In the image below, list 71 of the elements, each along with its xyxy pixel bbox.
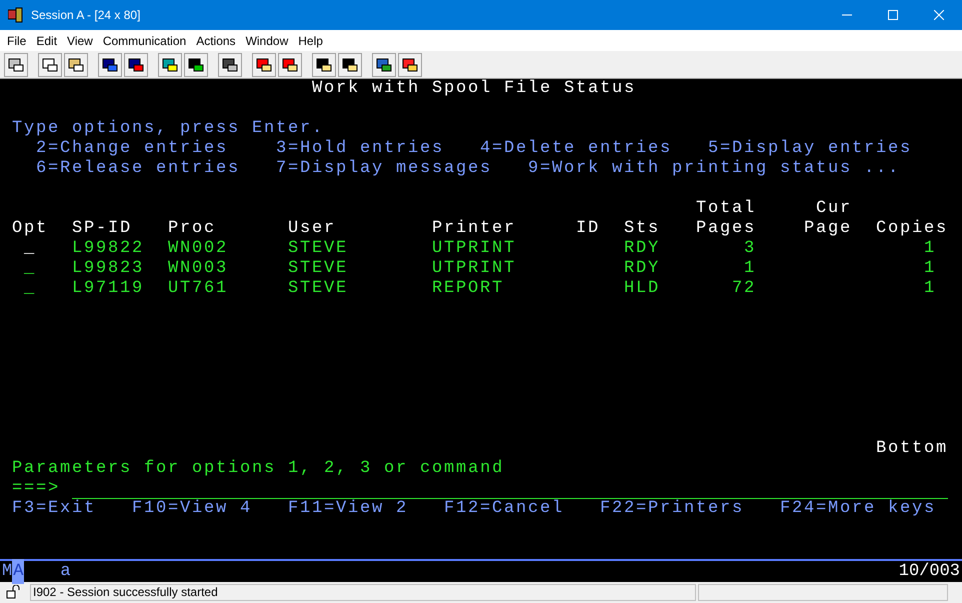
menu-item[interactable]: View bbox=[62, 32, 98, 50]
table-cell: RDY bbox=[624, 259, 660, 279]
option-input[interactable]: _ bbox=[24, 259, 36, 279]
window-title: Session A - [24 x 80] bbox=[31, 7, 140, 24]
menu-item[interactable]: Actions bbox=[191, 32, 241, 50]
column-header: SP-ID bbox=[72, 219, 132, 239]
function-key[interactable]: F12=Cancel bbox=[444, 499, 564, 519]
table-cell: STEVE bbox=[288, 259, 348, 279]
column-header: Page bbox=[804, 219, 852, 239]
table-cell: RDY bbox=[624, 239, 660, 259]
menu-item[interactable]: File bbox=[2, 32, 32, 50]
column-header: Pages bbox=[696, 219, 756, 239]
column-header: User bbox=[288, 219, 336, 239]
option-text: 9=Work with printing status ... bbox=[528, 159, 900, 179]
inhibit-indicator: A bbox=[12, 558, 24, 584]
option-text: 4=Delete entries bbox=[480, 139, 672, 159]
table-cell: UTPRINT bbox=[432, 239, 516, 259]
menu-item[interactable]: Communication bbox=[98, 32, 192, 50]
column-header: Sts bbox=[624, 219, 660, 239]
table-cell: STEVE bbox=[288, 279, 348, 299]
menu-item[interactable]: Edit bbox=[31, 32, 62, 50]
table-cell: HLD bbox=[624, 279, 660, 299]
option-text: 3=Hold entries bbox=[276, 139, 444, 159]
app-icon bbox=[8, 7, 24, 23]
column-header: Proc bbox=[168, 219, 216, 239]
table-cell: 1 bbox=[744, 259, 756, 279]
system-indicator: M bbox=[2, 560, 12, 583]
function-key[interactable]: F3=Exit bbox=[12, 499, 96, 519]
shift-indicator: a bbox=[60, 560, 71, 583]
table-cell: STEVE bbox=[288, 239, 348, 259]
close-icon bbox=[934, 10, 944, 20]
function-key[interactable]: F10=View 4 bbox=[132, 499, 252, 519]
menu-item[interactable]: Help bbox=[293, 32, 328, 50]
status-message: I902 - Session successfully started bbox=[30, 584, 696, 600]
table-cell: L97119 bbox=[72, 279, 144, 299]
table-cell: 3 bbox=[744, 239, 756, 259]
option-text: 2=Change entries bbox=[36, 139, 228, 159]
table-cell: 1 bbox=[924, 259, 936, 279]
menu-item[interactable]: Window bbox=[240, 32, 294, 50]
table-cell: UTPRINT bbox=[432, 259, 516, 279]
column-header: Copies bbox=[876, 219, 948, 239]
column-header: Total bbox=[696, 199, 756, 219]
instruction-text: Type options, press Enter. bbox=[12, 119, 324, 139]
option-text: 6=Release entries bbox=[36, 159, 240, 179]
option-input[interactable]: _ bbox=[24, 239, 36, 259]
option-text: 5=Display entries bbox=[708, 139, 912, 159]
function-key[interactable]: F24=More keys bbox=[780, 499, 936, 519]
option-input[interactable]: _ bbox=[24, 279, 36, 299]
bottom-indicator: Bottom bbox=[876, 439, 948, 459]
column-header: ID bbox=[576, 219, 600, 239]
cursor-position: 10/003 bbox=[898, 560, 960, 583]
table-cell: 72 bbox=[732, 279, 756, 299]
column-header: Opt bbox=[12, 219, 48, 239]
table-cell: L99823 bbox=[72, 259, 144, 279]
screen-title: Work with Spool File Status bbox=[312, 79, 636, 99]
table-cell: WN002 bbox=[168, 239, 228, 259]
table-cell: REPORT bbox=[432, 279, 504, 299]
column-header: Printer bbox=[432, 219, 516, 239]
column-header: Cur bbox=[816, 199, 852, 219]
option-text: 7=Display messages bbox=[276, 159, 492, 179]
table-cell: UT761 bbox=[168, 279, 228, 299]
command-prompt: ===> bbox=[12, 479, 60, 499]
maximize-icon bbox=[888, 10, 898, 20]
function-key[interactable]: F11=View 2 bbox=[288, 499, 408, 519]
lock-icon bbox=[6, 585, 20, 599]
function-key[interactable]: F22=Printers bbox=[600, 499, 744, 519]
parameters-label: Parameters for options 1, 2, 3 or command bbox=[12, 459, 504, 479]
table-cell: WN003 bbox=[168, 259, 228, 279]
table-cell: 1 bbox=[924, 279, 936, 299]
table-cell: L99822 bbox=[72, 239, 144, 259]
table-cell: 1 bbox=[924, 239, 936, 259]
